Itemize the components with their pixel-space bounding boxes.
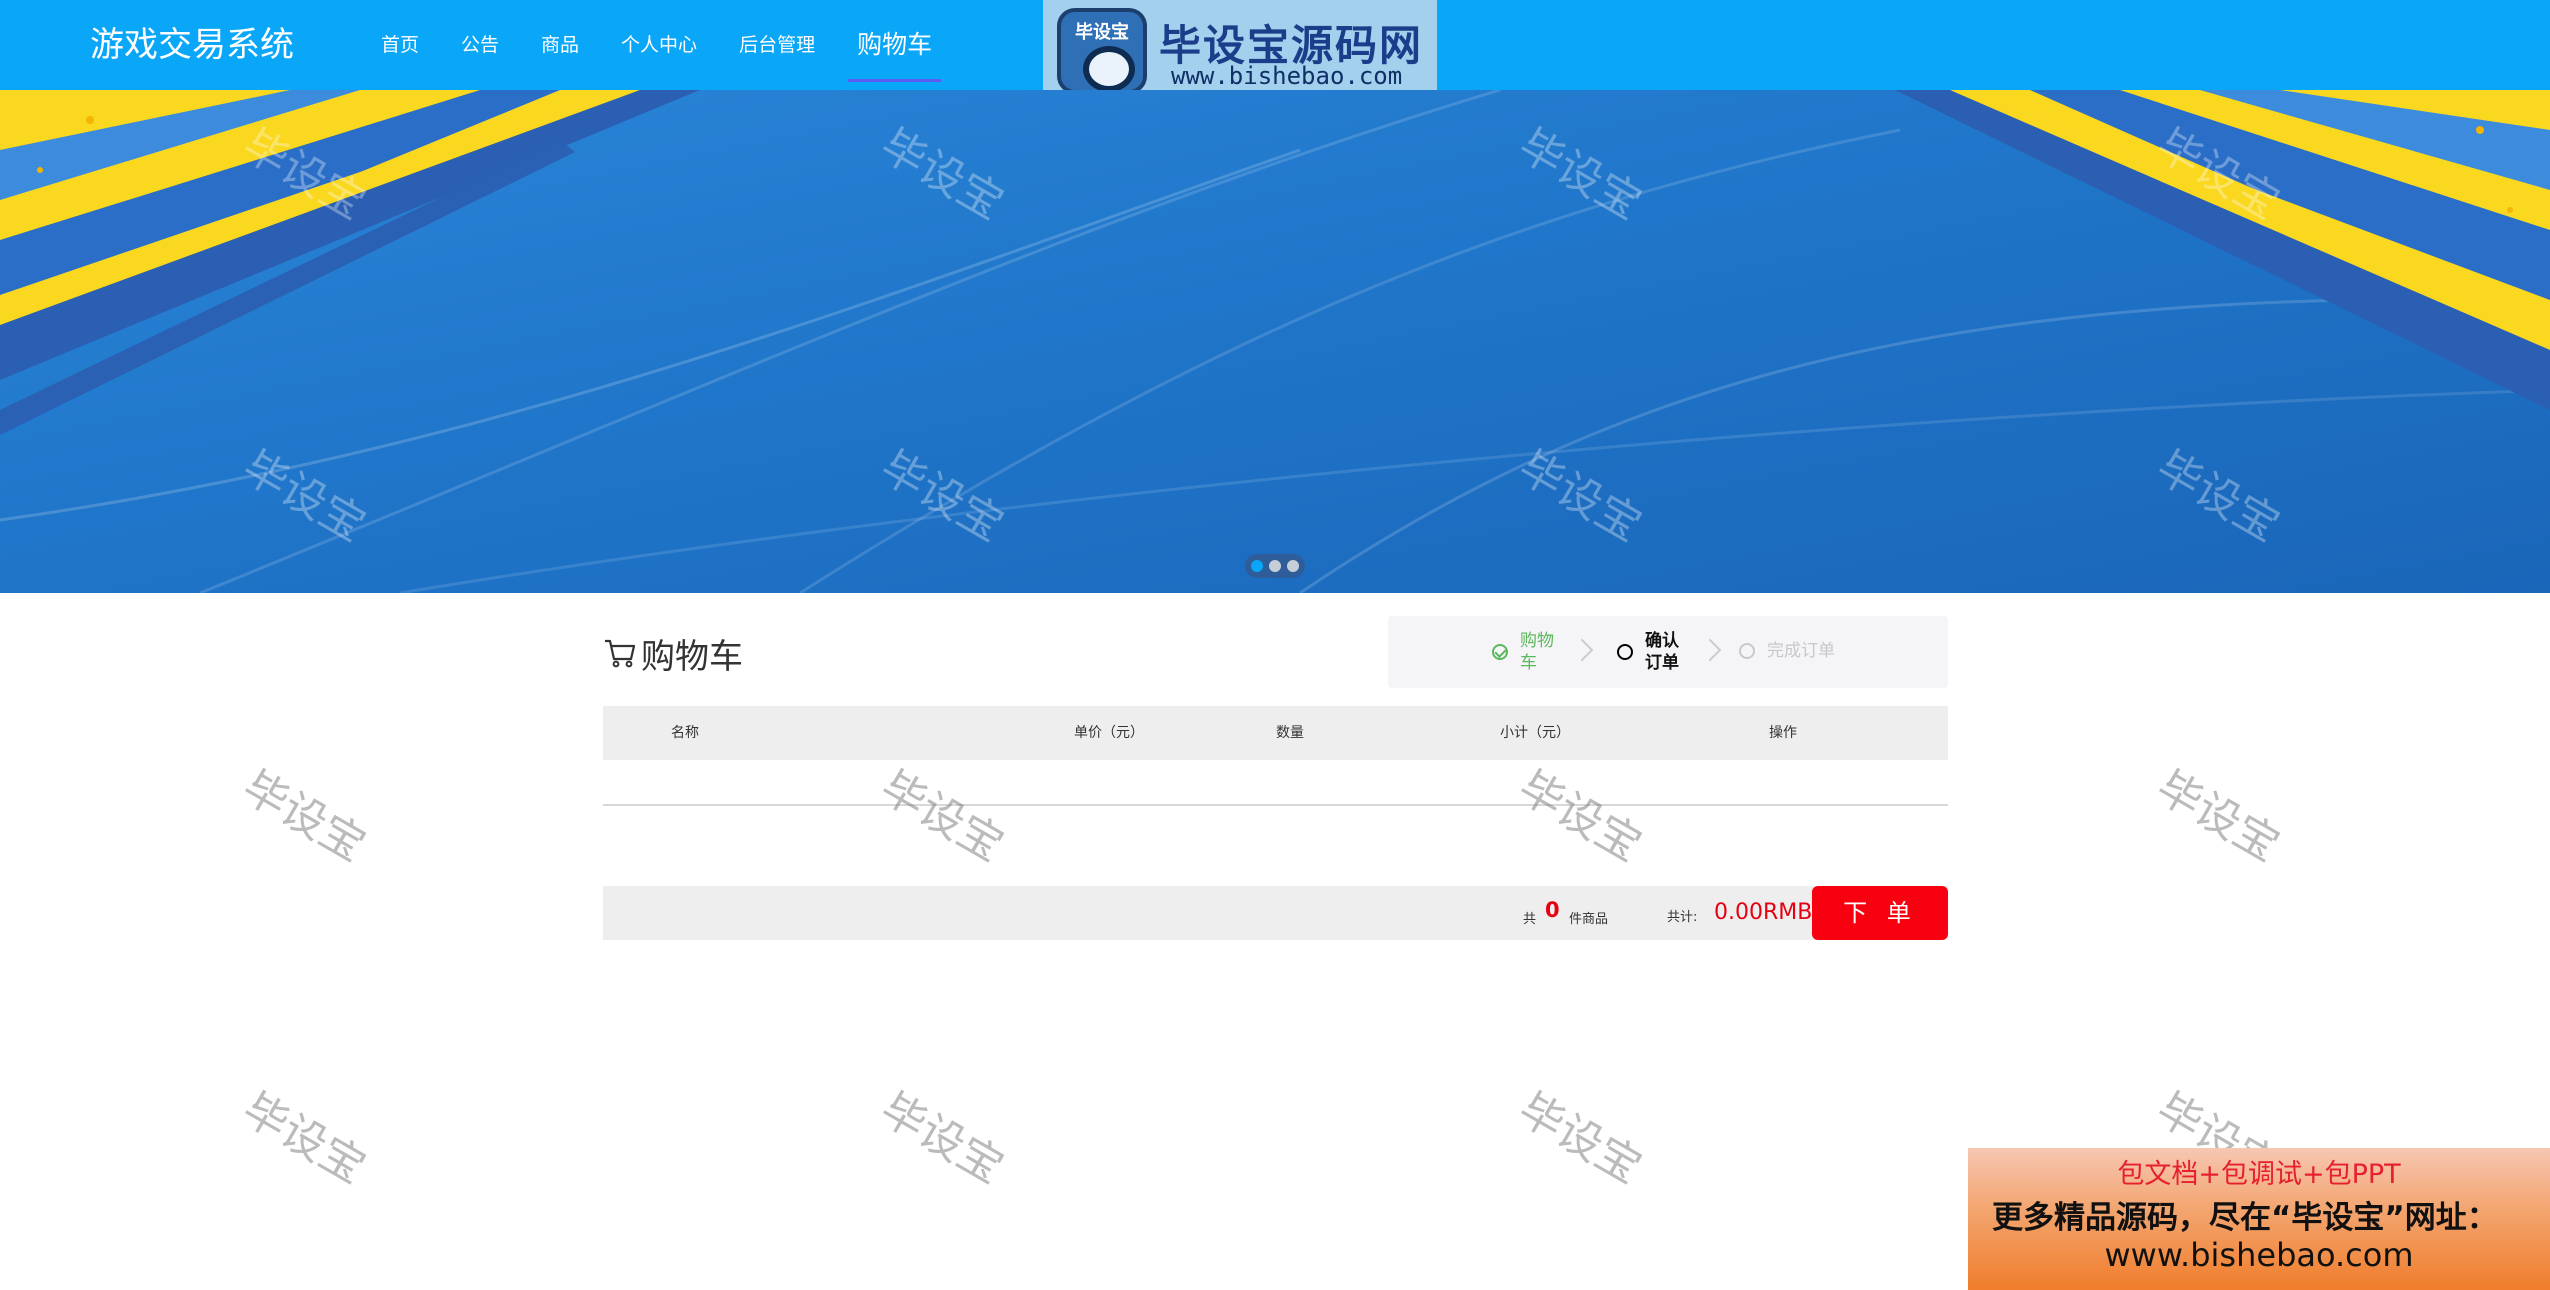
column-header-subtotal: 小计（元） [1500,725,1570,741]
step-label: 购物车 [1520,631,1554,673]
main-nav: 首页 公告 商品 个人中心 后台管理 购物车 [360,0,953,90]
logo-url: www.bishebao.com [1171,62,1403,90]
circle-icon [1739,643,1755,659]
column-header-quantity: 数量 [1276,725,1304,741]
promo-line-2: 更多精品源码，尽在“毕设宝”网址： [1992,1200,2498,1236]
column-header-action: 操作 [1769,725,1797,741]
banner-background-image [0,90,2550,593]
cart-table-divider [603,804,1948,806]
order-steps: 购物车 确认订单 完成订单 [1388,616,1948,688]
step-label: 确认订单 [1645,631,1679,673]
cart-summary-bar: 共 0 件商品 共计: 0.00RMB 下 单 [603,886,1948,940]
nav-home[interactable]: 首页 [360,0,440,90]
banner-carousel: 毕设宝 毕设宝 毕设宝 毕设宝 毕设宝 毕设宝 毕设宝 毕设宝 [0,90,2550,593]
step-label: 完成订单 [1767,641,1835,661]
promo-line-1: 包文档+包调试+包PPT [2117,1159,2401,1190]
promo-url: www.bishebao.com [2104,1236,2414,1274]
nav-announcements[interactable]: 公告 [440,0,520,90]
watermark-text: 毕设宝 [872,761,1012,872]
logo-ring-icon [1083,46,1135,92]
carousel-dot-2[interactable] [1269,560,1281,572]
chevron-right-icon [1570,638,1594,662]
step-cart: 购物车 [1492,630,1560,674]
column-header-name: 名称 [671,725,699,741]
total-label: 共计: [1667,910,1698,925]
item-count-prefix: 共 [1523,912,1537,927]
total-amount: 0.00RMB [1714,900,1813,925]
watermark-text: 毕设宝 [1510,1083,1650,1194]
cart-title-text: 购物车 [641,636,743,677]
nav-profile[interactable]: 个人中心 [600,0,718,90]
item-count: 0 [1545,898,1560,922]
step-complete-order: 完成订单 [1739,640,1835,662]
nav-admin[interactable]: 后台管理 [718,0,836,90]
check-circle-icon [1492,644,1508,660]
shopping-cart-icon [605,639,636,668]
promo-banner[interactable]: 包文档+包调试+包PPT 更多精品源码，尽在“毕设宝”网址： www.bishe… [1968,1148,2550,1290]
site-logo-watermark: 毕设宝 毕设宝源码网 www.bishebao.com [1043,0,1437,103]
cart-heading: 购物车 [603,628,743,678]
logo-badge-text: 毕设宝 [1075,22,1129,43]
watermark-text: 毕设宝 [872,1083,1012,1194]
carousel-indicators [1245,554,1305,578]
watermark-text: 毕设宝 [234,1083,374,1194]
column-header-price: 单价（元） [1074,725,1144,741]
watermark-text: 毕设宝 [234,761,374,872]
nav-products[interactable]: 商品 [520,0,600,90]
carousel-dot-3[interactable] [1287,560,1299,572]
carousel-dot-1[interactable] [1251,560,1263,572]
place-order-button[interactable]: 下 单 [1812,886,1948,940]
watermark-text: 毕设宝 [1510,761,1650,872]
watermark-text: 毕设宝 [2148,761,2288,872]
item-count-suffix: 件商品 [1569,912,1609,927]
logo-badge-icon: 毕设宝 [1057,8,1147,94]
site-brand[interactable]: 游戏交易系统 [90,20,294,70]
circle-icon [1617,644,1633,660]
chevron-right-icon [1698,638,1722,662]
cart-table-header: 名称 单价（元） 数量 小计（元） 操作 [603,706,1948,760]
nav-cart[interactable]: 购物车 [836,0,953,90]
step-confirm-order: 确认订单 [1617,630,1685,674]
